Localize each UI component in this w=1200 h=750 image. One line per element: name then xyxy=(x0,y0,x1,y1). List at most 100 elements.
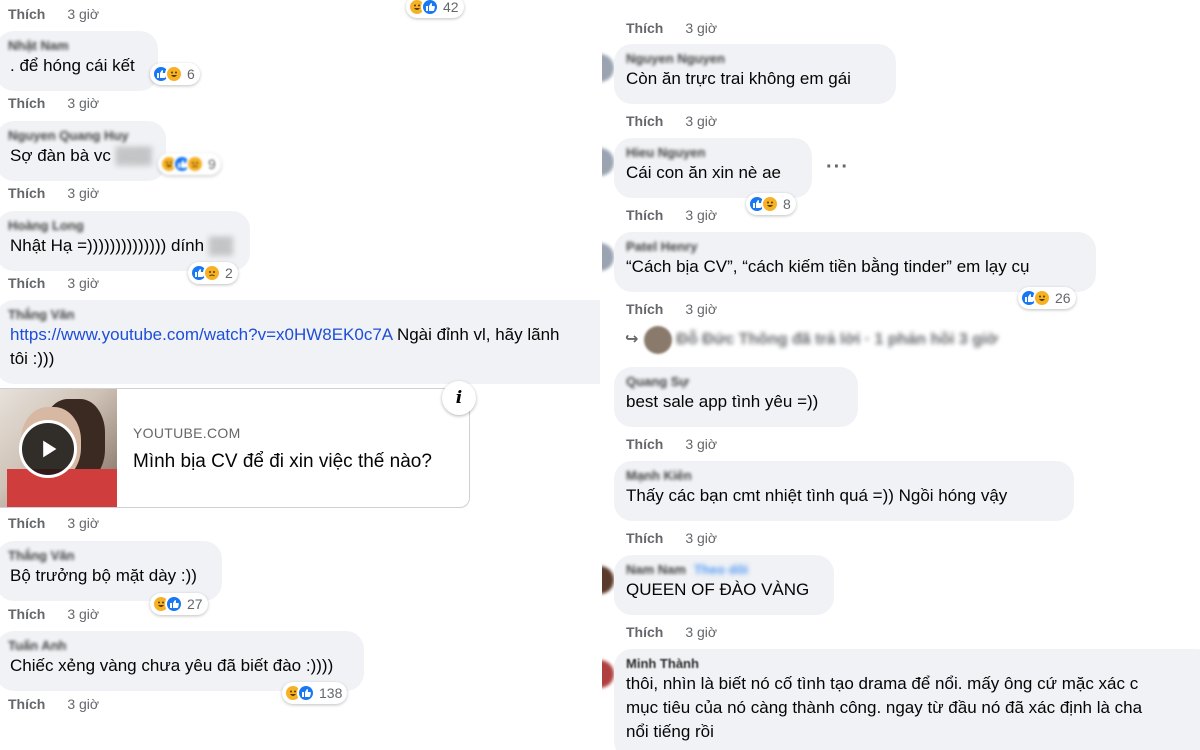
comment-bubble: Hieu Nguyen Cái con ăn xin nè ae xyxy=(614,138,812,198)
commenter-name[interactable]: Thắng Văn xyxy=(8,307,600,323)
comment-text: Còn ăn trực trai không em gái xyxy=(626,69,851,88)
reaction-count: 42 xyxy=(443,0,459,15)
avatar[interactable] xyxy=(600,660,614,688)
commenter-name[interactable]: Quang Sự xyxy=(626,374,846,390)
commenter-name[interactable]: Minh Thành xyxy=(626,656,1200,672)
like-link[interactable]: Thích xyxy=(8,275,45,291)
reaction-summary[interactable]: 2 xyxy=(188,262,238,284)
comment-meta: Thích 3 giờ xyxy=(626,530,717,546)
like-link[interactable]: Thích xyxy=(626,530,663,546)
reaction-count: 6 xyxy=(187,66,195,82)
info-icon[interactable]: i xyxy=(442,381,476,415)
play-icon[interactable] xyxy=(19,420,77,478)
comment-text: Sợ đàn bà vc ▒▒▒ xyxy=(10,144,154,168)
commenter-name[interactable]: Hieu Nguyen xyxy=(626,145,800,161)
comment-text: . để hóng cái kết xyxy=(10,56,135,75)
comment-text: “Cách bịa CV”, “cách kiếm tiền bằng tind… xyxy=(626,257,1030,276)
reply-arrow-icon: ↪ xyxy=(625,331,639,349)
comment-text: Cái con ăn xin nè ae xyxy=(626,163,781,182)
like-link[interactable]: Thích xyxy=(626,207,663,223)
like-link[interactable]: Thích xyxy=(8,606,45,622)
comment-time: 3 giờ xyxy=(67,6,100,22)
comment-bubble: Nam Nam Theo dõi QUEEN OF ĐÀO VÀNG xyxy=(614,555,834,615)
commenter-name[interactable]: Nam Nam Theo dõi xyxy=(626,562,822,578)
sad-icon xyxy=(186,155,204,173)
like-link[interactable]: Thích xyxy=(626,20,663,36)
like-link[interactable]: Thích xyxy=(626,113,663,129)
reaction-summary[interactable]: 42 xyxy=(406,0,464,18)
comment-bubble: Nhật Nam . để hóng cái kết xyxy=(0,31,158,91)
reaction-summary[interactable]: 6 xyxy=(150,63,200,85)
comment-text-line3: nổi tiếng rồi xyxy=(626,722,714,741)
reaction-count: 27 xyxy=(187,596,203,612)
comment-meta: Thích 3 giờ xyxy=(8,515,99,531)
commenter-name-text[interactable]: Nam Nam xyxy=(626,562,686,577)
link-domain: YOUTUBE.COM xyxy=(133,425,241,441)
like-link[interactable]: Thích xyxy=(8,515,45,531)
like-icon xyxy=(421,0,439,16)
reaction-count: 8 xyxy=(783,196,791,212)
comment-meta: Thích 3 giờ xyxy=(8,275,99,291)
commenter-name[interactable]: Nguyen Quang Huy xyxy=(8,128,154,144)
censored-text: ▒▒ xyxy=(208,236,233,255)
comment-time: 3 giờ xyxy=(685,436,718,452)
avatar[interactable] xyxy=(600,54,614,82)
thumbnail-shirt xyxy=(7,469,117,507)
comment-text-content: Sợ đàn bà vc xyxy=(10,146,111,165)
reply-avatar xyxy=(644,326,673,354)
comment-time: 3 giờ xyxy=(67,696,100,712)
comment-text: Bộ trưởng bộ mặt dày :)) xyxy=(10,566,197,585)
link-preview-card[interactable]: YOUTUBE.COM Mình bịa CV để đi xin việc t… xyxy=(0,388,470,508)
commenter-name[interactable]: Mạnh Kiên xyxy=(626,468,1062,484)
comment-bubble: Thắng Văn Bộ trưởng bộ mặt dày :)) xyxy=(0,541,222,601)
commenter-name[interactable]: Nhật Nam xyxy=(8,38,146,54)
like-icon xyxy=(297,684,315,702)
avatar[interactable] xyxy=(600,566,614,594)
haha-icon xyxy=(1033,289,1051,307)
like-link[interactable]: Thích xyxy=(8,185,45,201)
comment-meta: Thích 3 giờ xyxy=(8,95,99,111)
like-link[interactable]: Thích xyxy=(8,95,45,111)
follow-link[interactable]: Theo dõi xyxy=(694,562,748,577)
avatar[interactable] xyxy=(600,148,614,176)
reaction-summary[interactable]: 8 xyxy=(746,193,796,215)
comment-text: https://www.youtube.com/watch?v=x0HW8EK0… xyxy=(10,323,600,347)
commenter-name[interactable]: Patel Henry xyxy=(626,239,1084,255)
reaction-count: 138 xyxy=(319,685,343,701)
comment-meta: Thích 3 giờ xyxy=(8,185,99,201)
reaction-summary[interactable]: 9 xyxy=(158,153,221,175)
commenter-name[interactable]: Nguyen Nguyen xyxy=(626,51,884,67)
comment-text-line2: mục tiêu của nó càng thành công. ngay từ… xyxy=(626,698,1143,717)
reaction-count: 9 xyxy=(208,156,216,172)
like-link[interactable]: Thích xyxy=(626,624,663,640)
comment-text: Nhật Hạ =)))))))))))))) dính ▒▒ xyxy=(10,234,238,258)
commenter-name[interactable]: Hoàng Long xyxy=(8,218,238,234)
commenter-name[interactable]: Thắng Văn xyxy=(8,548,210,564)
comment-bubble: Mạnh Kiên Thấy các bạn cmt nhiệt tình qu… xyxy=(614,461,1074,521)
comment-0-meta: Thích 3 giờ xyxy=(8,6,99,22)
comment-text: thôi, nhìn là biết nó cố tình tạo drama … xyxy=(626,674,1139,693)
comment-bubble: Nguyen Nguyen Còn ăn trực trai không em … xyxy=(614,44,896,104)
more-options-icon[interactable]: ··· xyxy=(826,156,849,179)
reply-summary: Đỗ Đức Thông đã trả lời · 1 phản hồi 3 g… xyxy=(676,331,998,349)
comment-meta: Thích 3 giờ xyxy=(8,606,99,622)
comment-time: 3 giờ xyxy=(685,113,718,129)
censored-text: ▒▒▒ xyxy=(115,146,152,165)
link-title[interactable]: Mình bịa CV để đi xin việc thế nào? xyxy=(133,451,432,473)
like-link[interactable]: Thích xyxy=(626,436,663,452)
comment-meta: Thích 3 giờ xyxy=(626,436,717,452)
reaction-summary[interactable]: 27 xyxy=(150,593,208,615)
view-replies-link[interactable]: ↪ Đỗ Đức Thông đã trả lời · 1 phản hồi 3 … xyxy=(625,326,998,354)
like-link[interactable]: Thích xyxy=(8,696,45,712)
comment-meta: Thích 3 giờ xyxy=(626,207,717,223)
avatar[interactable] xyxy=(600,243,614,271)
reaction-summary[interactable]: 26 xyxy=(1018,287,1076,309)
haha-icon xyxy=(165,65,183,83)
youtube-link[interactable]: https://www.youtube.com/watch?v=x0HW8EK0… xyxy=(10,325,392,344)
commenter-name[interactable]: Tuấn Anh xyxy=(8,638,352,654)
like-link[interactable]: Thích xyxy=(626,301,663,317)
comment-time: 3 giờ xyxy=(685,624,718,640)
comment-text: best sale app tình yêu =)) xyxy=(626,392,819,411)
reaction-summary[interactable]: 138 xyxy=(282,682,348,704)
like-link[interactable]: Thích xyxy=(8,6,45,22)
